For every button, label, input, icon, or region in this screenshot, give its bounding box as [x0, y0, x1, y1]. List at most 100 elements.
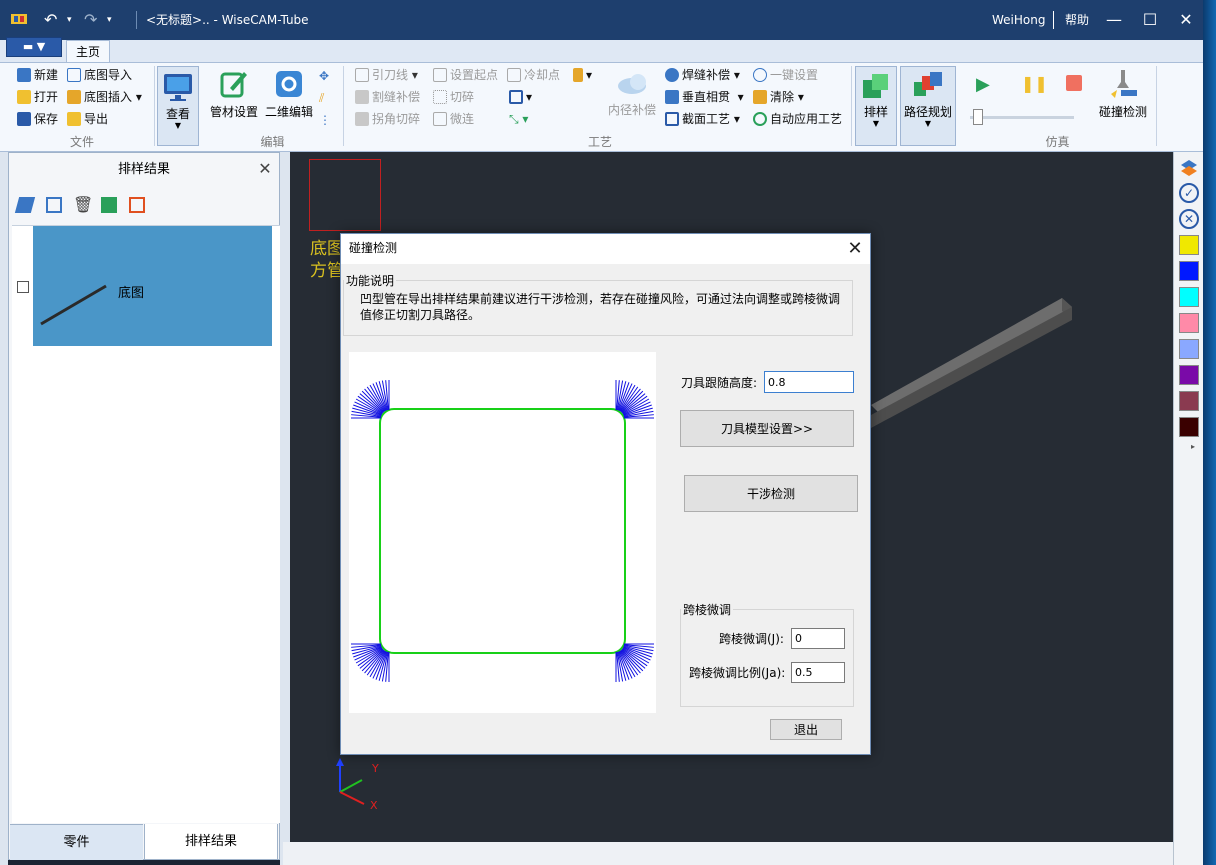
color-swatch-purple[interactable] — [1179, 365, 1199, 385]
file-menu-button[interactable]: ▬ ▼ — [6, 37, 62, 57]
panel-splitter[interactable] — [280, 152, 290, 865]
tool-path-diagram — [351, 380, 654, 682]
view-dropdown-icon: ▼ — [174, 121, 182, 130]
corner-cut-button[interactable]: 拐角切碎 — [355, 111, 420, 127]
undo-icon[interactable]: ↶ — [44, 10, 62, 30]
color-swatch-pink[interactable] — [1179, 313, 1199, 333]
exit-button[interactable]: 退出 — [770, 719, 842, 740]
check-all-icon[interactable]: ✓ — [1179, 183, 1199, 203]
path-plan-icon — [914, 72, 942, 96]
sort-dropdown[interactable]: ▾ — [573, 67, 592, 83]
new-button[interactable]: 新建 — [17, 67, 58, 83]
user-separator — [1053, 11, 1054, 29]
cooling-point-button[interactable]: 冷却点 — [507, 67, 560, 83]
pipe-settings-button[interactable]: 管材设置 — [207, 68, 261, 120]
function-description-group: 功能说明 凹型管在导出排样结果前建议进行干涉检测，若存在碰撞风险，可通过法向调整… — [343, 272, 853, 336]
direction-dropdown[interactable]: ⤡ ▾ — [509, 111, 528, 127]
micro-joint-button[interactable]: 微连 — [433, 111, 474, 127]
broom-icon — [753, 90, 767, 104]
insert-icon — [67, 90, 81, 104]
import-drawing-button[interactable]: 底图导入 — [67, 67, 132, 83]
color-swatch-maroon[interactable] — [1179, 391, 1199, 411]
add-layer-icon[interactable] — [14, 197, 36, 213]
tool-fan-corner-0 — [351, 380, 390, 419]
uncheck-all-icon[interactable]: ✕ — [1179, 209, 1199, 229]
interference-check-button[interactable]: 干涉检测 — [684, 475, 858, 512]
edit-2d-button[interactable]: 二维编辑 — [262, 68, 316, 120]
sim-speed-slider-handle[interactable] — [973, 109, 983, 125]
vertical-through-button[interactable]: 垂直相贯 ▾ — [665, 89, 744, 105]
user-name[interactable]: WeiHong — [992, 10, 1052, 30]
view-button[interactable]: 查看 ▼ — [157, 66, 199, 146]
tab-home[interactable]: 主页 — [66, 40, 110, 63]
save-button[interactable]: 保存 — [17, 111, 58, 127]
tool-follow-height-input[interactable] — [764, 371, 854, 393]
kerf-comp-button[interactable]: 割缝补偿 — [355, 89, 420, 105]
insert-drawing-button[interactable]: 底图插入 ▾ — [67, 89, 142, 105]
copy-part-icon[interactable] — [101, 197, 117, 213]
ribbon-separator — [154, 66, 155, 146]
tool-model-settings-button[interactable]: 刀具模型设置>> — [680, 410, 854, 447]
set-start-button[interactable]: 设置起点 — [433, 67, 498, 83]
transform-icon[interactable]: ✥ — [319, 68, 329, 84]
pause-icon[interactable]: ❚❚ — [1021, 74, 1048, 93]
group-label-edit: 编辑 — [260, 135, 285, 149]
inner-comp-icon — [618, 74, 646, 94]
inner-comp-button[interactable]: 内径补偿 — [603, 68, 661, 118]
color-swatch-dark-red[interactable] — [1179, 417, 1199, 437]
path-plan-button[interactable]: 路径规划 ▼ — [900, 66, 956, 146]
list-item-label: 底图 — [118, 286, 145, 301]
auto-apply-button[interactable]: 自动应用工艺 — [753, 111, 842, 127]
vertical-icon — [665, 90, 679, 104]
undo-dropdown-icon[interactable]: ▾ — [67, 10, 77, 30]
export-button[interactable]: 导出 — [67, 111, 108, 127]
mirror-icon[interactable]: ⫽ — [319, 90, 324, 106]
customize-quick-access-icon[interactable]: ▾ — [107, 10, 117, 30]
weld-comp-button[interactable]: 焊缝补偿 ▾ — [665, 67, 740, 83]
dialog-close-button[interactable]: ✕ — [841, 236, 869, 262]
one-key-button[interactable]: 一键设置 — [753, 67, 818, 83]
sim-speed-slider[interactable] — [970, 116, 1074, 119]
trash-icon[interactable]: 🗑 — [73, 195, 93, 214]
color-swatch-light-blue[interactable] — [1179, 339, 1199, 359]
axis-triad — [336, 758, 365, 805]
layers-icon[interactable] — [1179, 158, 1199, 178]
list-item[interactable]: 底图 — [33, 226, 272, 346]
array-icon[interactable]: ⋮ — [319, 112, 331, 128]
ridge-fine-tune-group: 跨棱微调 — [680, 601, 854, 707]
gear-edit-icon — [276, 71, 302, 97]
nesting-button[interactable]: 排样 ▼ — [855, 66, 897, 146]
tool-fan-corner-3 — [615, 643, 654, 682]
tab-nesting-results[interactable]: 排样结果 — [144, 824, 278, 860]
paste-part-icon[interactable] — [129, 197, 145, 213]
minimize-button[interactable]: — — [1099, 6, 1129, 34]
folder-icon — [17, 90, 31, 104]
axis-y-label: Y — [372, 762, 379, 775]
close-window-button[interactable]: ✕ — [1171, 6, 1201, 34]
stop-icon[interactable] — [1066, 75, 1082, 91]
redo-icon[interactable]: ↷ — [84, 10, 102, 30]
color-swatch-blue[interactable] — [1179, 261, 1199, 281]
ridge-ratio-input[interactable] — [791, 662, 845, 683]
shape-dropdown[interactable]: ▾ — [509, 89, 532, 105]
section-process-button[interactable]: 截面工艺 ▾ — [665, 111, 740, 127]
more-colors-icon[interactable]: ▸ — [1191, 442, 1195, 451]
ribbon-separator — [851, 66, 852, 146]
color-swatch-cyan[interactable] — [1179, 287, 1199, 307]
color-swatch-yellow[interactable] — [1179, 235, 1199, 255]
ridge-fine-label: 跨棱微调(J): — [719, 632, 784, 646]
play-icon[interactable]: ▶ — [976, 74, 990, 95]
tab-parts[interactable]: 零件 — [10, 824, 143, 860]
clear-button[interactable]: 清除 ▾ — [753, 89, 804, 105]
collision-check-button[interactable]: 碰撞检测 — [1095, 68, 1151, 120]
ridge-fine-input[interactable] — [791, 628, 845, 649]
function-description: 凹型管在导出排样结果前建议进行干涉检测，若存在碰撞风险，可通过法向调整或跨棱微调… — [360, 292, 841, 322]
open-button[interactable]: 打开 — [17, 89, 58, 105]
maximize-button[interactable]: ☐ — [1135, 6, 1165, 34]
lead-line-button[interactable]: 引刀线 ▾ — [355, 67, 418, 83]
item-checkbox[interactable] — [17, 281, 29, 293]
close-panel-icon[interactable]: ✕ — [255, 159, 275, 179]
select-all-icon[interactable] — [46, 197, 62, 213]
cut-segments-button[interactable]: 切碎 — [433, 89, 474, 105]
help-link[interactable]: 帮助 — [1065, 10, 1095, 30]
